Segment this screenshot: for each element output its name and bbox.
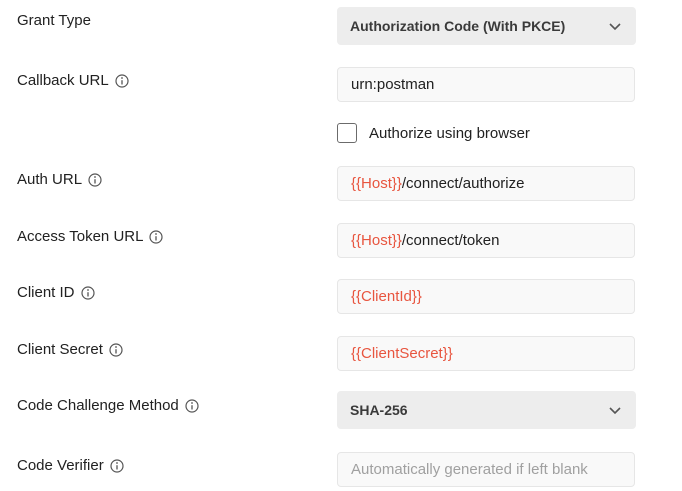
- authorize-browser-option[interactable]: Authorize using browser: [337, 123, 530, 143]
- code-challenge-method-select[interactable]: SHA-256: [337, 391, 636, 429]
- client-secret-label: Client Secret: [17, 341, 123, 358]
- info-icon[interactable]: [185, 398, 199, 413]
- code-verifier-label: Code Verifier: [17, 457, 124, 474]
- client-secret-input[interactable]: {{ClientSecret}}: [337, 336, 635, 371]
- info-icon[interactable]: [109, 342, 123, 357]
- chevron-down-icon: [609, 407, 621, 415]
- info-icon[interactable]: [115, 73, 129, 88]
- access-token-url-label: Access Token URL: [17, 228, 164, 245]
- variable-token: {{ClientId}}: [351, 288, 422, 305]
- variable-token: {{Host}}: [351, 232, 402, 249]
- grant-type-select[interactable]: Authorization Code (With PKCE): [337, 7, 636, 45]
- variable-token: {{ClientSecret}}: [351, 345, 453, 362]
- authorize-browser-checkbox[interactable]: [337, 123, 357, 143]
- callback-url-label: Callback URL: [17, 72, 129, 89]
- auth-url-input[interactable]: {{Host}}/connect/authorize: [337, 166, 635, 201]
- access-token-url-input[interactable]: {{Host}}/connect/token: [337, 223, 635, 258]
- info-icon[interactable]: [88, 172, 102, 187]
- info-icon[interactable]: [110, 458, 124, 473]
- info-icon[interactable]: [149, 229, 164, 244]
- info-icon[interactable]: [80, 285, 95, 300]
- client-id-label: Client ID: [17, 284, 95, 301]
- variable-token: {{Host}}: [351, 175, 402, 192]
- callback-url-input[interactable]: urn:postman: [337, 67, 635, 102]
- authorize-browser-label: Authorize using browser: [369, 124, 530, 142]
- code-verifier-placeholder: Automatically generated if left blank: [351, 461, 588, 478]
- code-challenge-method-label: Code Challenge Method: [17, 397, 199, 414]
- client-id-input[interactable]: {{ClientId}}: [337, 279, 635, 314]
- auth-url-label: Auth URL: [17, 171, 102, 188]
- chevron-down-icon: [609, 23, 621, 31]
- grant-type-label: Grant Type: [17, 12, 91, 29]
- code-verifier-input[interactable]: Automatically generated if left blank: [337, 452, 635, 487]
